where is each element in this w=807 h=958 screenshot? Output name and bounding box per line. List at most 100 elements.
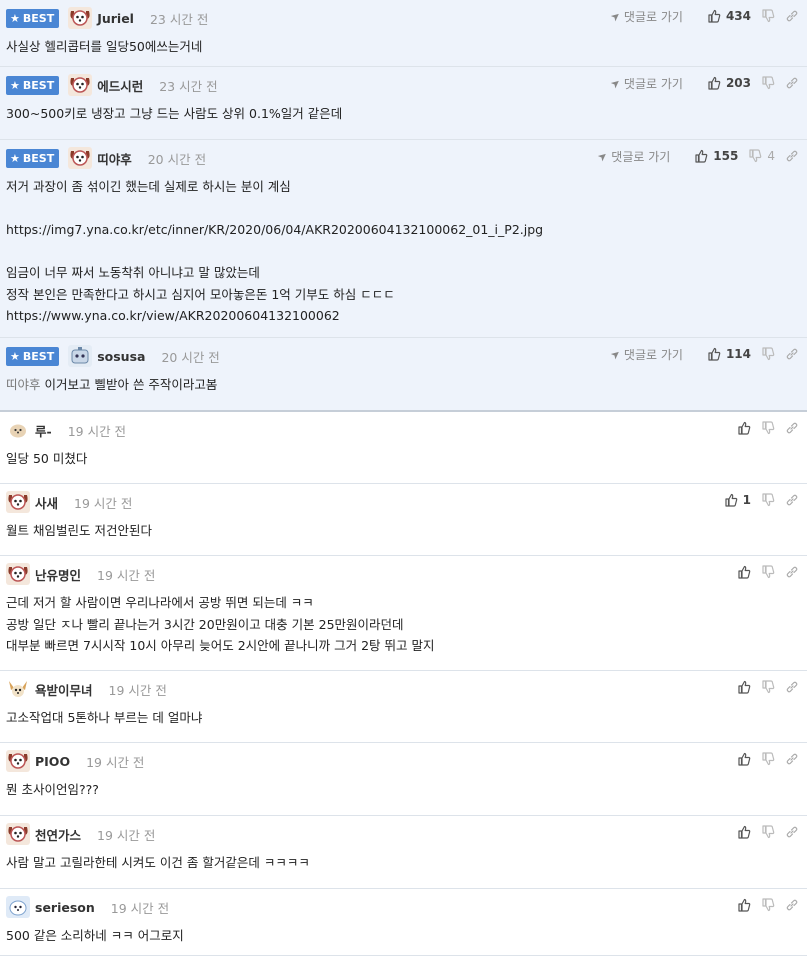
like-button[interactable] bbox=[737, 752, 751, 766]
comment-body: 띠야후 이거보고 삘받아 쓴 주작이라고봄 bbox=[6, 367, 801, 406]
reply-label: 댓글로 가기 bbox=[623, 76, 683, 91]
like-button[interactable]: 203 bbox=[707, 76, 751, 90]
best-badge: ★ BEST bbox=[6, 8, 60, 28]
comment-line: 근데 저거 할 사람이면 우리나라에서 공방 뛰면 되는데 ㅋㅋ bbox=[6, 592, 801, 614]
comment-actions bbox=[727, 679, 799, 695]
dislike-button[interactable] bbox=[761, 347, 775, 361]
author-name[interactable]: sosusa bbox=[97, 349, 145, 364]
like-button[interactable] bbox=[737, 565, 751, 579]
author-name[interactable]: 에드시런 bbox=[97, 76, 143, 95]
dislike-button[interactable] bbox=[761, 76, 775, 90]
avatar bbox=[6, 896, 30, 918]
mention-link[interactable]: 띠야후 bbox=[6, 377, 41, 392]
dislike-button[interactable] bbox=[761, 493, 775, 507]
like-button[interactable] bbox=[737, 680, 751, 694]
thumbs-down-icon bbox=[748, 149, 762, 163]
author-name[interactable]: Juriel bbox=[97, 11, 134, 26]
copy-link-button[interactable] bbox=[785, 493, 799, 507]
like-count: 114 bbox=[725, 347, 751, 361]
comment-line: 사실상 헬리콥터를 일당50에쓰는거네 bbox=[6, 36, 801, 58]
like-count: 1 bbox=[742, 493, 751, 507]
author-name[interactable]: 띠야후 bbox=[97, 149, 132, 168]
copy-link-button[interactable] bbox=[785, 898, 799, 912]
comment: 루- 19 시간 전 일당 50 미쳤다 bbox=[0, 412, 807, 484]
comment-time: 19 시간 전 bbox=[110, 900, 170, 916]
copy-link-button[interactable] bbox=[785, 421, 799, 435]
comment-text: 공방 일단 ㅈ나 빨리 끝나는거 3시간 20만원이고 대충 기본 25만원이라… bbox=[6, 616, 404, 632]
author-name[interactable]: 루- bbox=[35, 421, 52, 440]
comment-body: 사실상 헬리콥터를 일당50에쓰는거네 bbox=[6, 29, 801, 68]
comment-text: 고소작업대 5톤하나 부르는 데 얼마냐 bbox=[6, 710, 203, 725]
comment-text: 이거보고 삘받아 쓴 주작이라고봄 bbox=[44, 377, 218, 392]
arrow-icon: ➤ bbox=[607, 8, 624, 24]
like-button[interactable]: 155 bbox=[694, 149, 738, 163]
thumbs-up-icon bbox=[707, 76, 721, 90]
copy-link-button[interactable] bbox=[785, 76, 799, 90]
copy-link-button[interactable] bbox=[785, 752, 799, 766]
comment-time: 19 시간 전 bbox=[97, 567, 156, 583]
dislike-button[interactable] bbox=[761, 565, 775, 579]
dislike-button[interactable] bbox=[761, 421, 775, 435]
url-link[interactable]: https://www.yna.co.kr/view/AKR2020060413… bbox=[6, 308, 340, 323]
go-to-reply-link[interactable]: ➤ 댓글로 가기 bbox=[608, 75, 683, 92]
like-button[interactable] bbox=[737, 421, 751, 435]
comment-line: 뭔 초사이언임??? bbox=[6, 779, 801, 801]
dislike-button[interactable] bbox=[761, 752, 775, 766]
thumbs-up-icon bbox=[737, 825, 751, 839]
comment: serieson 19 시간 전 500 같은 소리하네 ㅋㅋ 어그로지 bbox=[0, 889, 807, 956]
like-button[interactable]: 1 bbox=[724, 493, 751, 507]
comment-time: 19 시간 전 bbox=[108, 682, 167, 698]
best-comment: ★ BEST sosusa 20 시간 전 ➤ 댓글로 가기 114 띠야후 이거보고 삘받아… bbox=[0, 338, 807, 412]
comment-text: 대부분 빠르면 7시시작 10시 아무리 늦어도 2시안에 끝나니까 그거 2탕… bbox=[6, 638, 435, 653]
comment-text: 뭔 초사이언임??? bbox=[6, 782, 99, 797]
dislike-button[interactable] bbox=[761, 825, 775, 839]
go-to-reply-link[interactable]: ➤ 댓글로 가기 bbox=[595, 148, 671, 165]
dislike-button[interactable]: 4 bbox=[748, 149, 775, 163]
comment-text: 사람 말고 고릴라한테 시켜도 이건 좀 할거같은데 ㅋㅋㅋㅋ bbox=[6, 855, 310, 870]
star-icon: ★ bbox=[10, 78, 20, 92]
comment-header: 사새 19 시간 전 bbox=[6, 491, 801, 513]
dislike-button[interactable] bbox=[761, 680, 775, 694]
copy-link-button[interactable] bbox=[785, 347, 799, 361]
author-name[interactable]: serieson bbox=[35, 900, 95, 915]
like-button[interactable]: 114 bbox=[707, 347, 751, 361]
best-badge: ★ BEST bbox=[6, 346, 60, 366]
like-button[interactable] bbox=[737, 825, 751, 839]
comment-header: 루- 19 시간 전 bbox=[6, 419, 801, 441]
comment: 사새 19 시간 전 1 월트 채임벌린도 저건안된다 bbox=[0, 484, 807, 556]
url-link[interactable]: https://img7.yna.co.kr/etc/inner/KR/2020… bbox=[6, 222, 543, 237]
author-name[interactable]: 사새 bbox=[35, 493, 58, 512]
dislike-button[interactable] bbox=[761, 898, 775, 912]
like-button[interactable]: 434 bbox=[707, 9, 751, 23]
link-icon bbox=[785, 9, 799, 23]
author-name[interactable]: PIOO bbox=[35, 754, 70, 769]
reply-label: 댓글로 가기 bbox=[611, 149, 671, 164]
go-to-reply-link[interactable]: ➤ 댓글로 가기 bbox=[607, 8, 683, 25]
like-button[interactable] bbox=[737, 898, 751, 912]
link-icon bbox=[785, 493, 799, 507]
copy-link-button[interactable] bbox=[785, 565, 799, 579]
comment-body: 일당 50 미쳤다 bbox=[6, 441, 801, 480]
comment-time: 19 시간 전 bbox=[97, 827, 156, 843]
author-name[interactable]: 욕받이무녀 bbox=[35, 680, 93, 699]
thumbs-up-icon bbox=[737, 752, 751, 766]
thumbs-down-icon bbox=[761, 76, 775, 90]
author-name[interactable]: 천연가스 bbox=[35, 825, 81, 844]
comment-line: 사람 말고 고릴라한테 시켜도 이건 좀 할거같은데 ㅋㅋㅋㅋ bbox=[6, 852, 801, 874]
comment-list: ★ BEST Juriel 23 시간 전 ➤ 댓글로 가기 434 사실상 헬리콥터를 일당… bbox=[0, 0, 807, 956]
comment-actions: ➤ 댓글로 가기 114 bbox=[608, 346, 799, 363]
copy-link-button[interactable] bbox=[785, 680, 799, 694]
dislike-button[interactable] bbox=[761, 9, 775, 23]
reply-label: 댓글로 가기 bbox=[623, 9, 683, 24]
best-comment: ★ BEST 띠야후 20 시간 전 ➤ 댓글로 가기 155 4 저거 과장이 좀 섞이긴 했… bbox=[0, 140, 807, 338]
star-icon: ★ bbox=[10, 11, 20, 25]
author-name[interactable]: 난유명인 bbox=[35, 565, 81, 584]
link-icon bbox=[785, 898, 799, 912]
comment-body: 300~500키로 냉장고 그냥 드는 사람도 상위 0.1%일거 같은데 bbox=[6, 96, 801, 135]
copy-link-button[interactable] bbox=[785, 149, 799, 163]
copy-link-button[interactable] bbox=[785, 825, 799, 839]
go-to-reply-link[interactable]: ➤ 댓글로 가기 bbox=[608, 346, 683, 363]
thumbs-up-icon bbox=[737, 680, 751, 694]
copy-link-button[interactable] bbox=[785, 9, 799, 23]
comment-line: 대부분 빠르면 7시시작 10시 아무리 늦어도 2시안에 끝나니까 그거 2탕… bbox=[6, 635, 801, 657]
